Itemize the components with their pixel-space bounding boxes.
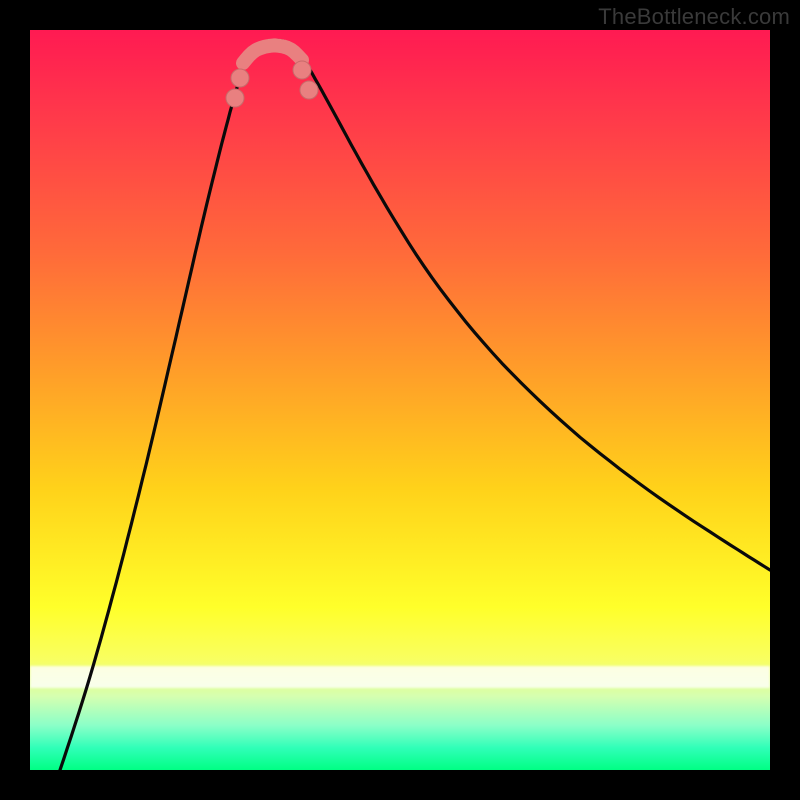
- outer-frame: TheBottleneck.com: [0, 0, 800, 800]
- marker-dot-0: [226, 89, 244, 107]
- marker-dot-2: [293, 61, 311, 79]
- marker-dot-1: [231, 69, 249, 87]
- plateau-link: [243, 45, 302, 63]
- watermark-text: TheBottleneck.com: [598, 4, 790, 30]
- curve-left-branch: [60, 40, 292, 770]
- curve-layer: [30, 30, 770, 770]
- curve-right-branch: [292, 45, 770, 570]
- marker-dot-3: [300, 81, 318, 99]
- plot-area: [30, 30, 770, 770]
